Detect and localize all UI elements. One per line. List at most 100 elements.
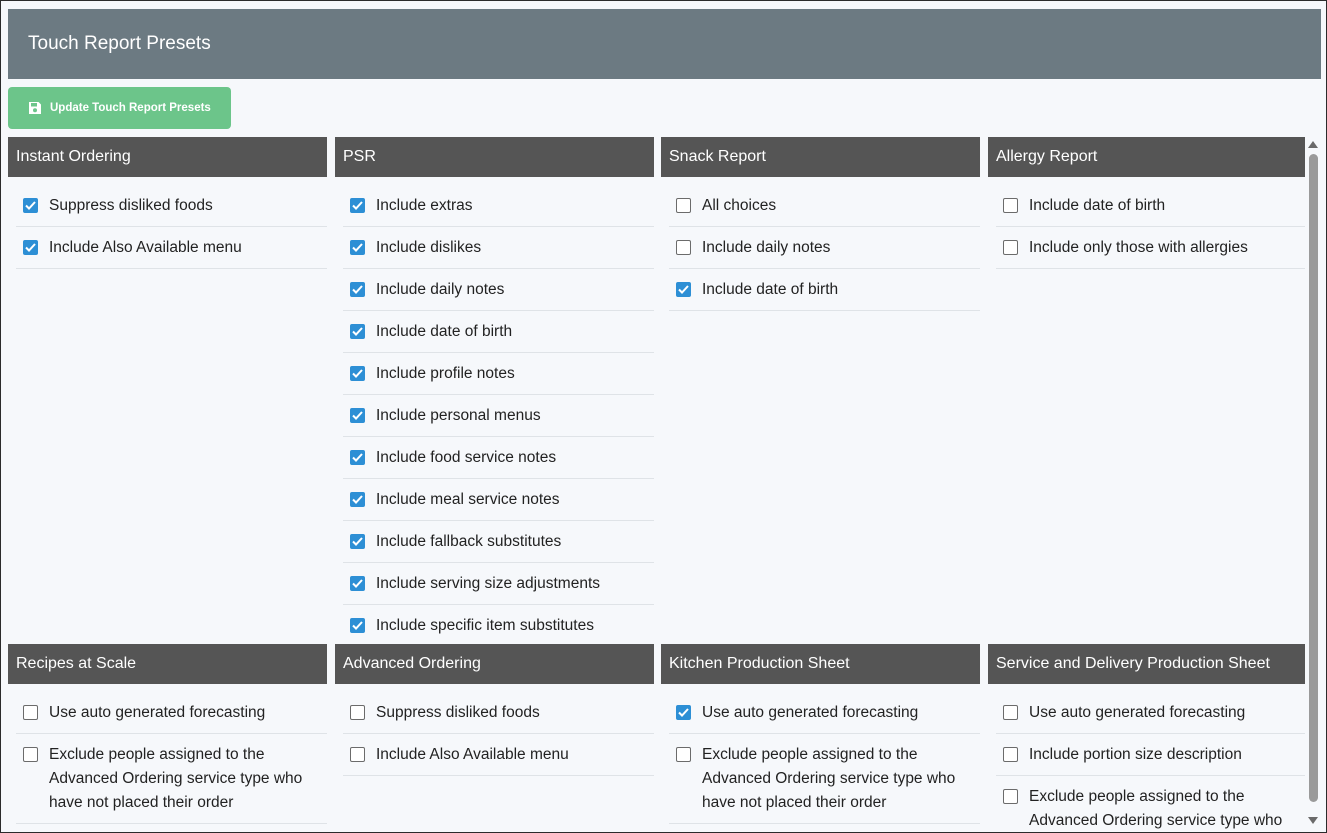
option-label: Include fallback substitutes: [376, 533, 562, 550]
checkbox[interactable]: [350, 198, 365, 213]
option-use-auto-generated-forecasting[interactable]: Use auto generated forecasting: [669, 692, 980, 734]
option-suppress-disliked-foods[interactable]: Suppress disliked foods: [343, 692, 654, 734]
option-label: Suppress disliked foods: [49, 197, 213, 214]
checkbox[interactable]: [676, 198, 691, 213]
touch-report-presets-window: Touch Report Presets Update Touch Report…: [0, 0, 1327, 833]
option-exclude-unordered-advanced-ordering[interactable]: Exclude people assigned to the Advanced …: [996, 776, 1306, 832]
option-label: Include date of birth: [702, 281, 839, 298]
panel-header: Allergy Report: [988, 137, 1306, 177]
option-label: Suppress disliked foods: [376, 704, 540, 721]
scroll-up-arrow-icon[interactable]: [1308, 141, 1318, 148]
option-include-meal-service-notes[interactable]: Include meal service notes: [343, 479, 654, 521]
option-include-dislikes[interactable]: Include dislikes: [343, 227, 654, 269]
option-label: Include specific item substitutes: [376, 617, 594, 634]
option-include-specific-item-substitutes[interactable]: Include specific item substitutes: [343, 605, 654, 647]
panel-header: Advanced Ordering: [335, 644, 654, 684]
checkbox[interactable]: [350, 450, 365, 465]
checkbox[interactable]: [1003, 789, 1018, 804]
update-button-label: Update Touch Report Presets: [50, 102, 211, 114]
checkbox[interactable]: [1003, 747, 1018, 762]
option-label: Exclude people assigned to the Advanced …: [49, 746, 303, 811]
panel-advanced-ordering: Advanced Ordering Suppress disliked food…: [335, 644, 654, 776]
scroll-down-arrow-icon[interactable]: [1308, 817, 1318, 824]
option-include-daily-notes[interactable]: Include daily notes: [669, 227, 980, 269]
checkbox[interactable]: [350, 747, 365, 762]
option-label: Include profile notes: [376, 365, 515, 382]
option-use-auto-generated-forecasting[interactable]: Use auto generated forecasting: [16, 692, 327, 734]
checkbox[interactable]: [23, 747, 38, 762]
checkbox[interactable]: [1003, 705, 1018, 720]
option-include-only-those-with-allergies[interactable]: Include only those with allergies: [996, 227, 1306, 269]
checkbox[interactable]: [1003, 240, 1018, 255]
panel-psr: PSR Include extras Include dislikes Incl…: [335, 137, 654, 647]
checkbox[interactable]: [23, 198, 38, 213]
panel-header: Snack Report: [661, 137, 980, 177]
option-label: All choices: [702, 197, 777, 214]
checkbox[interactable]: [350, 576, 365, 591]
checkbox[interactable]: [23, 240, 38, 255]
checkbox[interactable]: [350, 705, 365, 720]
checkbox[interactable]: [676, 705, 691, 720]
vertical-scrollbar[interactable]: [1305, 137, 1322, 832]
checkbox[interactable]: [350, 534, 365, 549]
option-include-also-available-menu[interactable]: Include Also Available menu: [343, 734, 654, 776]
panel-recipes-at-scale: Recipes at Scale Use auto generated fore…: [8, 644, 327, 824]
option-label: Include Also Available menu: [49, 239, 242, 256]
option-label: Include food service notes: [376, 449, 557, 466]
checkbox[interactable]: [350, 324, 365, 339]
checkbox[interactable]: [350, 240, 365, 255]
panel-snack-report: Snack Report All choices Include daily n…: [661, 137, 980, 311]
option-label: Include dislikes: [376, 239, 482, 256]
option-label: Include meal service notes: [376, 491, 560, 508]
option-label: Include portion size description: [1029, 746, 1242, 763]
option-include-date-of-birth[interactable]: Include date of birth: [669, 269, 980, 311]
checkbox[interactable]: [350, 366, 365, 381]
checkbox[interactable]: [350, 408, 365, 423]
option-suppress-disliked-foods[interactable]: Suppress disliked foods: [16, 185, 327, 227]
checkbox[interactable]: [350, 618, 365, 633]
option-exclude-unordered-advanced-ordering[interactable]: Exclude people assigned to the Advanced …: [669, 734, 980, 824]
page-title-bar: Touch Report Presets: [8, 9, 1321, 79]
checkbox[interactable]: [676, 282, 691, 297]
option-include-daily-notes[interactable]: Include daily notes: [343, 269, 654, 311]
option-label: Exclude people assigned to the Advanced …: [702, 746, 956, 811]
option-label: Exclude people assigned to the Advanced …: [1029, 788, 1283, 829]
panel-instant-ordering: Instant Ordering Suppress disliked foods…: [8, 137, 327, 269]
option-include-personal-menus[interactable]: Include personal menus: [343, 395, 654, 437]
save-icon: [28, 101, 42, 115]
option-include-portion-size-description[interactable]: Include portion size description: [996, 734, 1306, 776]
option-label: Use auto generated forecasting: [1029, 704, 1246, 721]
option-all-choices[interactable]: All choices: [669, 185, 980, 227]
checkbox[interactable]: [1003, 198, 1018, 213]
checkbox[interactable]: [350, 282, 365, 297]
option-exclude-unordered-advanced-ordering[interactable]: Exclude people assigned to the Advanced …: [16, 734, 327, 824]
checkbox[interactable]: [676, 747, 691, 762]
option-include-profile-notes[interactable]: Include profile notes: [343, 353, 654, 395]
option-include-food-service-notes[interactable]: Include food service notes: [343, 437, 654, 479]
option-include-fallback-substitutes[interactable]: Include fallback substitutes: [343, 521, 654, 563]
option-use-auto-generated-forecasting[interactable]: Use auto generated forecasting: [996, 692, 1306, 734]
panel-header: Kitchen Production Sheet: [661, 644, 980, 684]
checkbox[interactable]: [676, 240, 691, 255]
scrollbar-thumb[interactable]: [1309, 154, 1318, 802]
panel-header: Instant Ordering: [8, 137, 327, 177]
option-label: Include date of birth: [1029, 197, 1166, 214]
update-touch-report-presets-button[interactable]: Update Touch Report Presets: [8, 87, 231, 129]
panel-header: PSR: [335, 137, 654, 177]
option-include-serving-size-adjustments[interactable]: Include serving size adjustments: [343, 563, 654, 605]
checkbox[interactable]: [23, 705, 38, 720]
panel-kitchen-production-sheet: Kitchen Production Sheet Use auto genera…: [661, 644, 980, 824]
option-include-also-available-menu[interactable]: Include Also Available menu: [16, 227, 327, 269]
option-include-date-of-birth[interactable]: Include date of birth: [996, 185, 1306, 227]
option-label: Use auto generated forecasting: [702, 704, 919, 721]
panel-allergy-report: Allergy Report Include date of birth Inc…: [988, 137, 1306, 269]
option-label: Use auto generated forecasting: [49, 704, 266, 721]
panel-header: Recipes at Scale: [8, 644, 327, 684]
option-include-extras[interactable]: Include extras: [343, 185, 654, 227]
checkbox[interactable]: [350, 492, 365, 507]
option-label: Include daily notes: [376, 281, 505, 298]
option-include-date-of-birth[interactable]: Include date of birth: [343, 311, 654, 353]
option-label: Include only those with allergies: [1029, 239, 1248, 256]
option-label: Include extras: [376, 197, 473, 214]
page-title: Touch Report Presets: [28, 33, 211, 54]
